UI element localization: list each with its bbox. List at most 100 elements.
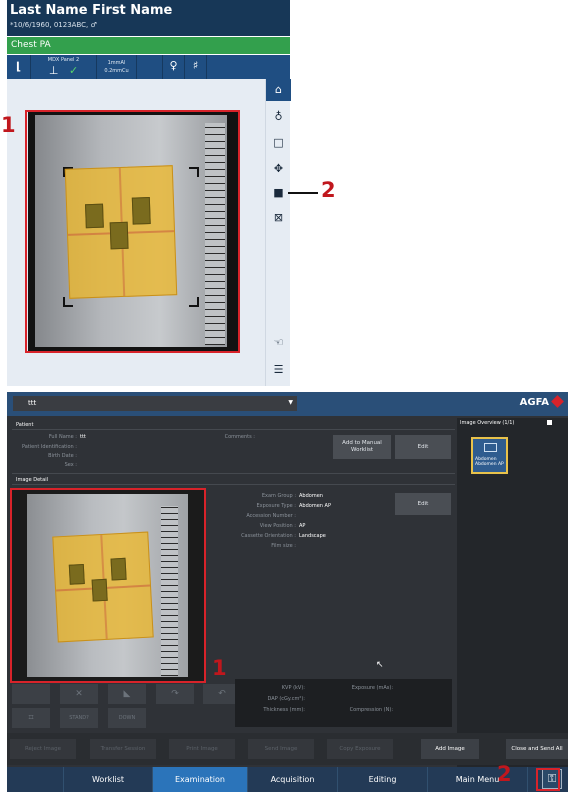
aec-button[interactable]: ♀ [163,55,185,79]
agfa-logo: AGFA [519,395,564,408]
wedge-icon: ◣ [123,689,131,699]
square-icon: □ [273,136,284,149]
exposure-label: Exposure (mAs): [351,685,393,691]
compression-label: Compression (N): [349,707,393,713]
main-navigation: Worklist Examination Acquisition Editing… [7,767,568,792]
patient-section-title: Patient [16,422,34,428]
detector-status: ⊥ ✓ [31,64,96,78]
patient-header: Last Name First Name *10/6/1960, 0123ABC… [7,0,290,36]
exam-group-label: Exam Group : [261,493,296,499]
ground-icon: ⊥ [48,64,59,77]
orientation-icon: ⌊ [15,60,22,73]
tool-button-1[interactable] [12,684,50,704]
tab-editing[interactable]: Editing [338,767,428,792]
callout-highlight-image [25,110,240,353]
comments-label: Comments : [224,434,255,440]
divider [12,484,455,485]
cassette-orientation-value: Landscape [299,533,326,539]
exposure-info-box: KVP (kV): DAP (cGy.cm²): Thickness (mm):… [235,679,452,727]
redo-icon: ↷ [171,689,179,699]
kvp-label: KVP (kV): [281,685,305,691]
person-icon: ♁ [274,110,283,123]
cassette-orientation-label: Cassette Orientation : [241,533,296,539]
camera-viewer: 1 [1,79,265,386]
callout-number-1: 1 [212,656,227,680]
copy-exposure-button[interactable]: Copy Exposure [327,739,393,759]
image-overview-title: Image Overview (1/1) [460,420,515,426]
camera-icon: ■ [273,186,284,199]
callout-number-1: 1 [1,113,16,137]
detector-selector[interactable]: MDX Panel 2 ⊥ ✓ [31,55,97,79]
tool-button-2[interactable]: ✕ [60,684,98,704]
undo-icon: ↶ [218,689,226,699]
home-button[interactable]: ⌂ [266,79,291,101]
exam-bar[interactable]: Chest PA [7,37,290,54]
divider [12,429,455,430]
blank-tool[interactable] [137,55,163,79]
image-thumbnail[interactable]: Abdomen Abdomen AP [471,437,508,474]
tool-button-3[interactable]: ◣ [108,684,146,704]
crop-button[interactable]: ⌗ [12,708,50,728]
send-image-button[interactable]: Send Image [248,739,314,759]
patient-dropdown[interactable]: ttt ▼ [13,396,297,411]
film-size-label: Film size : [271,543,296,549]
edit-patient-button[interactable]: Edit [395,435,451,459]
tab-examination[interactable]: Examination [153,767,248,792]
mouse-cursor-icon: ↖ [376,660,384,670]
callout-line-2 [288,192,318,194]
grid-icon: ♯ [192,59,199,72]
divider [12,473,455,474]
action-bar: Reject Image Transfer Session Print Imag… [7,733,568,765]
tab-main-menu[interactable]: Main Menu [428,767,528,792]
add-to-manual-worklist-button[interactable]: Add to Manual Worklist [333,435,391,459]
aec-icon: ♀ [169,59,178,72]
stand-button[interactable]: STAND? [60,708,98,728]
close-and-send-all-button[interactable]: Close and Send All [506,739,568,759]
notes-button[interactable]: ☰ [266,359,291,381]
transfer-session-button[interactable]: Transfer Session [90,739,156,759]
callout-highlight-lock [536,768,560,791]
thickness-label: Thickness (mm): [263,707,305,713]
home-icon: ⌂ [275,83,282,96]
callout-number-2: 2 [497,762,512,786]
image-detail-section-title: Image Detail [16,477,48,483]
right-toolbar: ⌂ ♁ □ ✥ ■ ⊠ ☜ ☰ [265,79,291,386]
filter-line1: 1mmAl [107,60,126,66]
exposure-type-label: Exposure Type : [256,503,297,509]
callout-highlight-image [10,488,206,683]
accession-number-label: Accession Number : [246,513,296,519]
move-button[interactable]: ✥ [266,158,291,180]
patient-dropdown-value: ttt [28,399,37,407]
tab-worklist[interactable]: Worklist [64,767,153,792]
patient-button[interactable]: ♁ [266,106,291,128]
patient-id-label: Patient Identification : [21,444,77,450]
orientation-button[interactable]: ⌊ [7,55,31,79]
hand-icon: ☜ [273,336,284,349]
no-image-button[interactable]: ⊠ [266,207,291,229]
callout-number-2: 2 [321,178,336,202]
tab-acquisition[interactable]: Acquisition [248,767,338,792]
filter-line2: 0.2mmCu [104,68,129,74]
redo-button[interactable]: ↷ [156,684,194,704]
window-button[interactable]: □ [266,132,291,154]
reject-image-button[interactable]: Reject Image [10,739,76,759]
brand-text: AGFA [519,397,549,408]
filter-selector[interactable]: 1mmAl 0.2mmCu [97,55,137,79]
patient-info: *10/6/1960, 0123ABC, ♂ [10,21,97,29]
print-image-button[interactable]: Print Image [169,739,235,759]
add-image-button[interactable]: Add Image [421,739,479,759]
caret-down-icon: ▼ [288,399,293,406]
down-button[interactable]: DOWN [108,708,146,728]
top-bar: ttt ▼ AGFA [7,392,568,416]
overview-checkbox[interactable] [547,420,552,425]
view-position-label: View Position : [259,523,296,529]
grid-button[interactable]: ♯ [185,55,207,79]
exam-thumbnail-icon [484,443,497,452]
edit-image-button[interactable]: Edit [395,493,451,515]
dap-label: DAP (cGy.cm²): [267,696,305,702]
gesture-button[interactable]: ☜ [266,332,291,354]
acquisition-toolbar: ⌊ MDX Panel 2 ⊥ ✓ 1mmAl 0.2mmCu ♀ ♯ [7,55,290,79]
exam-group-value: Abdomen [299,493,323,499]
nav-spacer [7,767,64,792]
detector-label: MDX Panel 2 [47,57,80,63]
